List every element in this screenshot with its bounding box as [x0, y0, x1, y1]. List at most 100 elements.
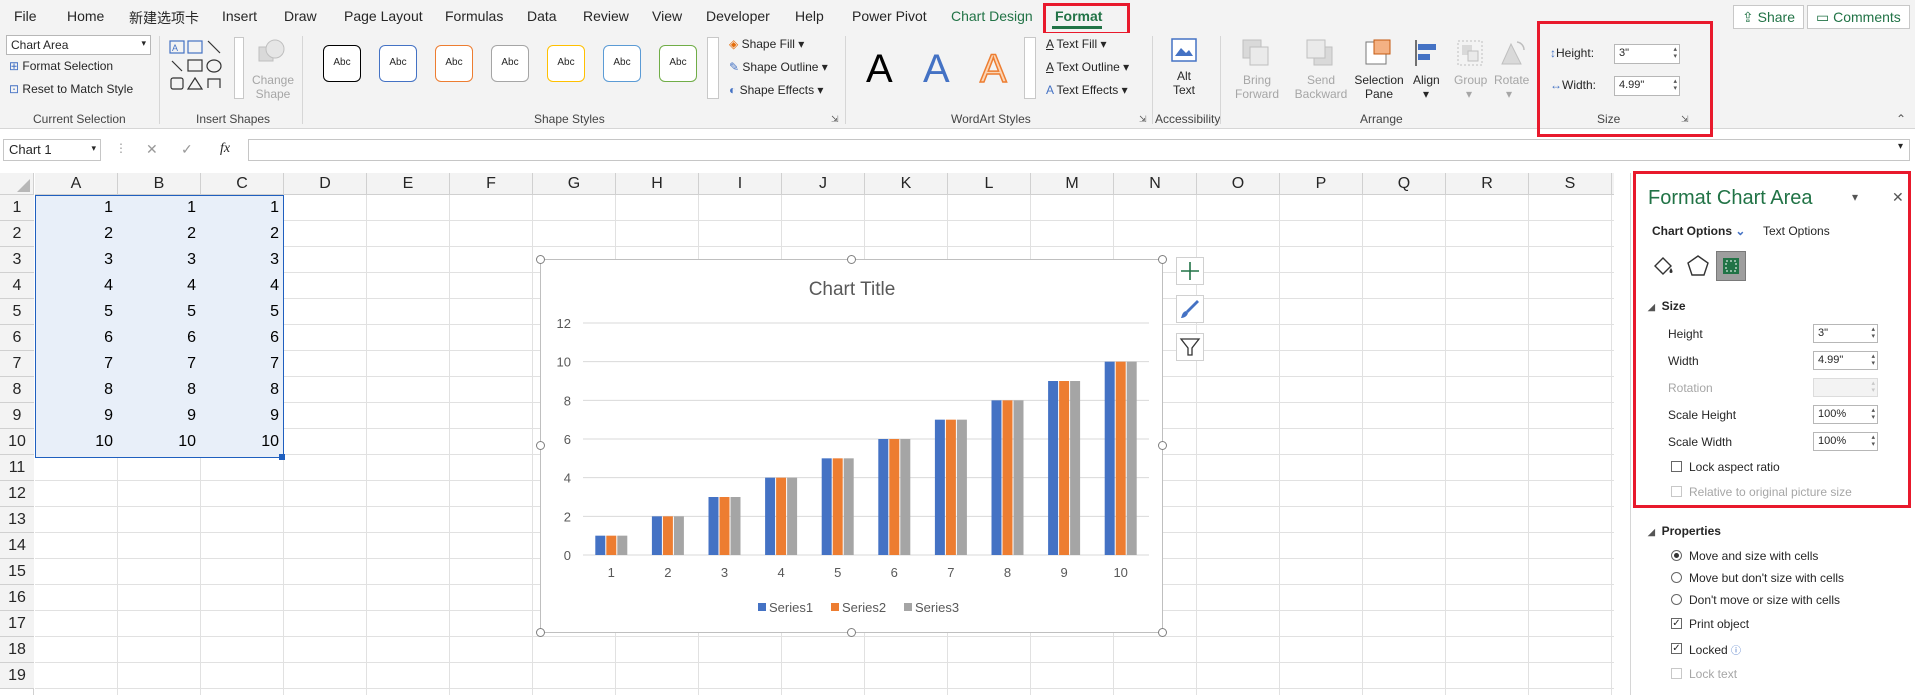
info-icon[interactable]: ⓘ [1731, 646, 1741, 657]
tab-formulas[interactable]: Formulas [445, 8, 503, 24]
cell-b1[interactable]: 1 [118, 195, 200, 221]
cell-b3[interactable]: 3 [118, 247, 200, 273]
tab-new-tab[interactable]: 新建选项卡 [129, 8, 199, 28]
shapes-gallery-scroll[interactable] [234, 37, 244, 99]
row-header-6[interactable]: 6 [0, 325, 34, 351]
bring-forward-button[interactable]: Bring Forward [1229, 73, 1285, 101]
column-header-i[interactable]: I [699, 173, 782, 195]
selection-pane-button[interactable]: Selection Pane [1352, 73, 1406, 101]
shape-style-4[interactable]: Abc [491, 45, 529, 82]
resize-handle-left[interactable] [536, 441, 545, 450]
wordart-style-orange-outline[interactable]: A [979, 46, 1007, 92]
dialog-launcher-icon[interactable]: ⇲ [1139, 114, 1147, 125]
cell-b10[interactable]: 10 [118, 429, 200, 455]
row-header-3[interactable]: 3 [0, 247, 34, 273]
tab-power-pivot[interactable]: Power Pivot [852, 8, 927, 24]
fill-handle[interactable] [279, 454, 285, 460]
shape-style-6[interactable]: Abc [603, 45, 641, 82]
tab-help[interactable]: Help [795, 8, 824, 24]
chart-filters-button[interactable] [1176, 333, 1204, 361]
change-shape-button[interactable]: Change Shape [250, 73, 296, 101]
row-header-12[interactable]: 12 [0, 481, 34, 507]
column-header-m[interactable]: M [1031, 173, 1114, 195]
locked-checkbox[interactable]: ✓ [1671, 643, 1682, 654]
column-header-q[interactable]: Q [1363, 173, 1446, 195]
chart-element-dropdown[interactable]: Chart Area ▾ [6, 35, 151, 55]
cell-b2[interactable]: 2 [118, 221, 200, 247]
print-object-checkbox[interactable]: ✓ [1671, 618, 1682, 629]
cell-a1[interactable]: 1 [35, 195, 117, 221]
name-box[interactable]: Chart 1 ▾ [3, 139, 101, 161]
shape-style-2[interactable]: Abc [379, 45, 417, 82]
resize-handle-top[interactable] [847, 255, 856, 264]
cell-b4[interactable]: 4 [118, 273, 200, 299]
text-effects-button[interactable]: A Text Effects ▾ [1046, 83, 1128, 97]
column-header-b[interactable]: B [118, 173, 201, 195]
cell-b6[interactable]: 6 [118, 325, 200, 351]
cell-b7[interactable]: 7 [118, 351, 200, 377]
share-button[interactable]: ⇪ Share [1733, 5, 1804, 29]
expand-formula-icon[interactable]: ▾ [1898, 141, 1903, 152]
shape-style-7[interactable]: Abc [659, 45, 697, 82]
wordart-style-blue[interactable]: A [923, 46, 950, 92]
shape-fill-button[interactable]: ◈ Shape Fill ▾ [729, 37, 804, 51]
wordart-scroll[interactable] [1024, 37, 1036, 99]
row-header-13[interactable]: 13 [0, 507, 34, 533]
group-button[interactable]: Group ▾ [1454, 73, 1487, 101]
shape-style-1[interactable]: Abc [323, 45, 361, 82]
enter-icon[interactable]: ✓ [181, 141, 193, 158]
shapes-gallery[interactable]: A [168, 39, 236, 95]
column-header-h[interactable]: H [616, 173, 699, 195]
column-header-f[interactable]: F [450, 173, 533, 195]
row-header-14[interactable]: 14 [0, 533, 34, 559]
cell-c4[interactable]: 4 [201, 273, 283, 299]
row-header-10[interactable]: 10 [0, 429, 34, 455]
cell-a6[interactable]: 6 [35, 325, 117, 351]
shape-style-5[interactable]: Abc [547, 45, 585, 82]
column-header-d[interactable]: D [284, 173, 367, 195]
column-header-k[interactable]: K [865, 173, 948, 195]
reset-style-button[interactable]: ⊡ Reset to Match Style [9, 82, 133, 96]
cell-b5[interactable]: 5 [118, 299, 200, 325]
send-backward-button[interactable]: Send Backward [1292, 73, 1350, 101]
wordart-style-black[interactable]: A [866, 46, 893, 92]
cell-b9[interactable]: 9 [118, 403, 200, 429]
comments-button[interactable]: ▭ Comments [1807, 5, 1910, 29]
cell-c10[interactable]: 10 [201, 429, 283, 455]
shape-height-input[interactable]: 3" ▴ ▾ [1614, 44, 1680, 64]
text-fill-button[interactable]: A Text Fill ▾ [1046, 37, 1107, 51]
shape-effects-button[interactable]: ◐ Shape Effects ▾ [729, 83, 823, 97]
shape-style-3[interactable]: Abc [435, 45, 473, 82]
alt-text-button[interactable]: Alt Text [1167, 36, 1201, 108]
row-header-5[interactable]: 5 [0, 299, 34, 325]
cell-a9[interactable]: 9 [35, 403, 117, 429]
cell-c3[interactable]: 3 [201, 247, 283, 273]
row-header-16[interactable]: 16 [0, 585, 34, 611]
shape-styles-scroll[interactable] [707, 37, 719, 99]
tab-page-layout[interactable]: Page Layout [344, 8, 423, 24]
text-outline-button[interactable]: A Text Outline ▾ [1046, 60, 1129, 74]
rotate-button[interactable]: Rotate ▾ [1494, 73, 1529, 101]
row-header-9[interactable]: 9 [0, 403, 34, 429]
tab-chart-design[interactable]: Chart Design [951, 8, 1033, 24]
move-size-radio[interactable] [1671, 550, 1682, 561]
dialog-launcher-icon[interactable]: ⇲ [1681, 114, 1689, 125]
cancel-icon[interactable]: ✕ [146, 141, 158, 158]
resize-handle-bottom-right[interactable] [1158, 628, 1167, 637]
cell-c9[interactable]: 9 [201, 403, 283, 429]
row-header-15[interactable]: 15 [0, 559, 34, 585]
resize-handle-right[interactable] [1158, 441, 1167, 450]
cell-c6[interactable]: 6 [201, 325, 283, 351]
cell-c5[interactable]: 5 [201, 299, 283, 325]
tab-insert[interactable]: Insert [222, 8, 257, 24]
properties-section-toggle[interactable]: ◢ Properties [1648, 524, 1721, 538]
dialog-launcher-icon[interactable]: ⇲ [831, 114, 839, 125]
cell-a7[interactable]: 7 [35, 351, 117, 377]
row-header-1[interactable]: 1 [0, 195, 34, 221]
resize-handle-bottom-left[interactable] [536, 628, 545, 637]
insert-function-icon[interactable]: fx [220, 141, 230, 157]
cell-a5[interactable]: 5 [35, 299, 117, 325]
row-header-18[interactable]: 18 [0, 637, 34, 663]
cell-c1[interactable]: 1 [201, 195, 283, 221]
column-header-g[interactable]: G [533, 173, 616, 195]
